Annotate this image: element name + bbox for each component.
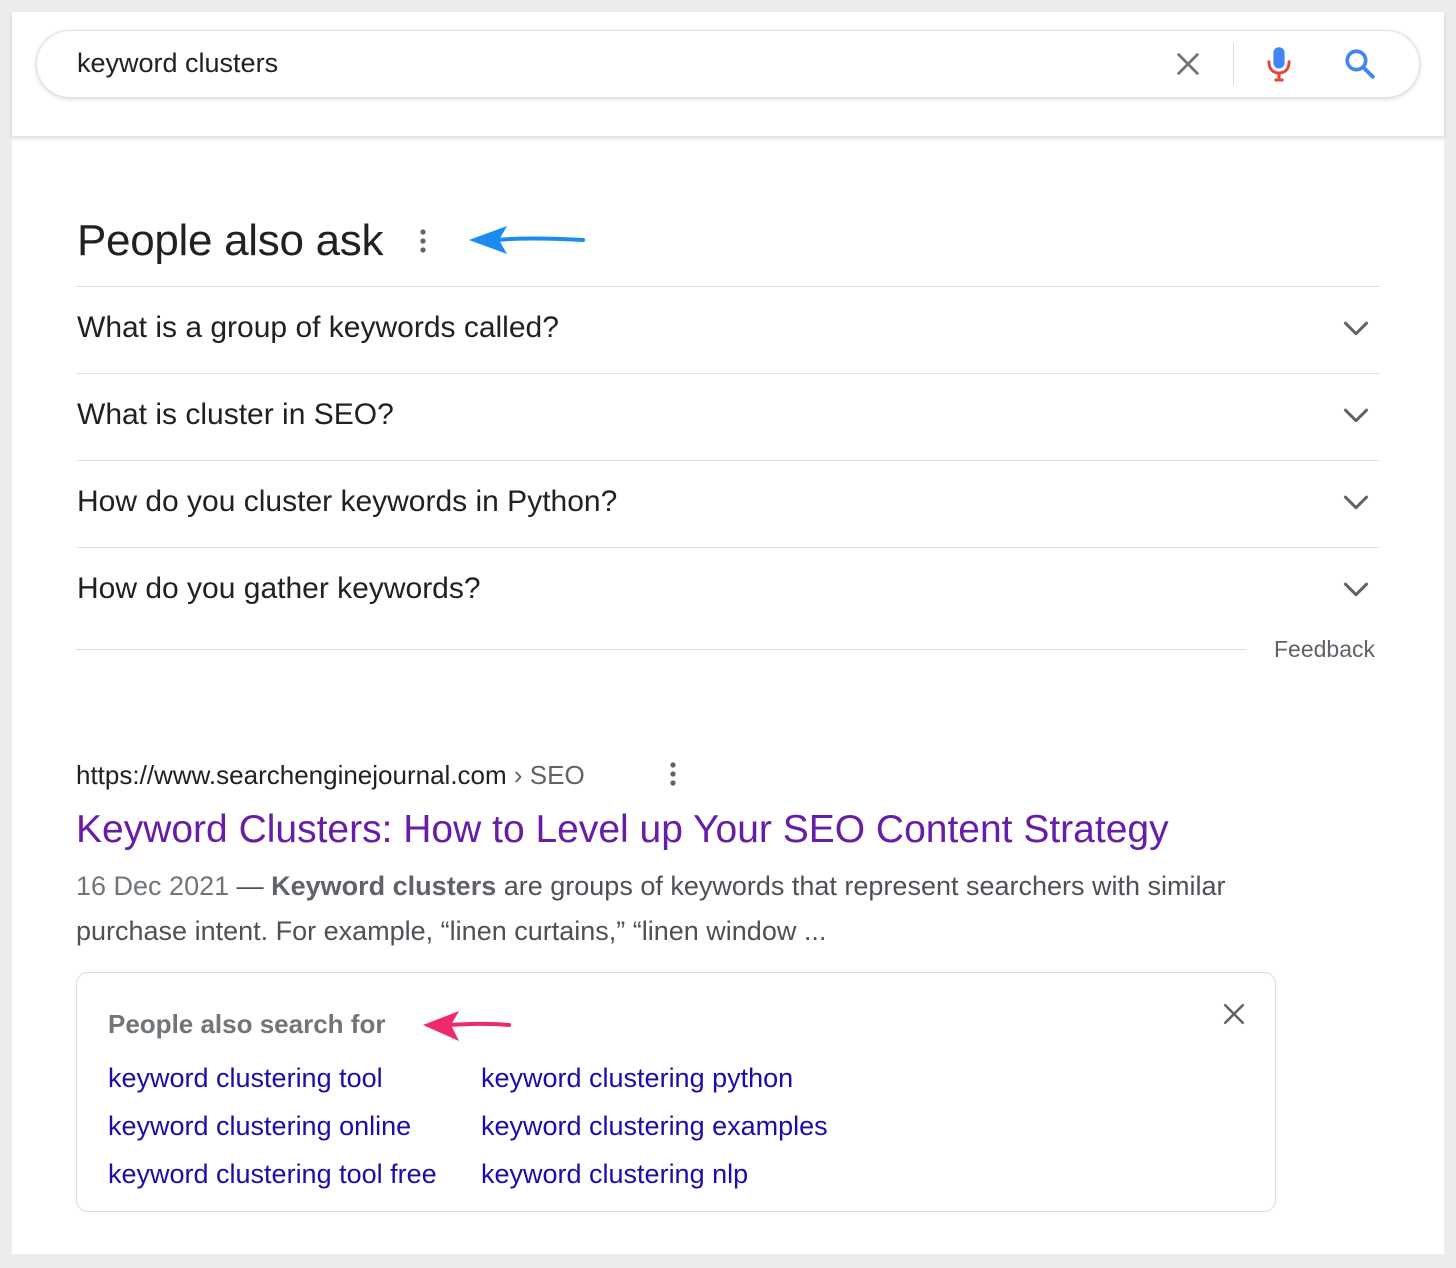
result-url-text: https://www.searchenginejournal.com	[76, 760, 507, 790]
paa-question[interactable]: How do you gather keywords?	[76, 547, 1380, 634]
paa-question-text: How do you gather keywords?	[77, 572, 481, 605]
related-search-link[interactable]: keyword clustering tool free	[108, 1159, 437, 1190]
feedback-link[interactable]: Feedback	[1274, 636, 1375, 663]
search-header	[12, 12, 1444, 137]
microphone-icon	[1267, 47, 1291, 82]
paa-question-text: What is a group of keywords called?	[77, 311, 559, 344]
result-url[interactable]: https://www.searchenginejournal.com › SE…	[76, 760, 585, 791]
search-bar	[36, 30, 1420, 98]
voice-search-button[interactable]	[1259, 41, 1299, 87]
related-search-link[interactable]: keyword clustering nlp	[481, 1159, 748, 1190]
paa-question[interactable]: What is a group of keywords called?	[76, 286, 1380, 373]
clear-search-button[interactable]	[1167, 43, 1209, 85]
search-icon	[1345, 49, 1375, 79]
more-vert-icon[interactable]	[662, 760, 684, 790]
paa-question-text: What is cluster in SEO?	[77, 398, 394, 431]
people-also-search-for-box: People also search for keyword clusterin…	[76, 972, 1276, 1212]
result-snippet: 16 Dec 2021 — Keyword clusters are group…	[76, 864, 1296, 954]
close-icon	[1177, 53, 1199, 75]
chevron-down-icon	[1343, 582, 1369, 597]
result-date: 16 Dec 2021	[76, 871, 230, 901]
chevron-down-icon	[1343, 495, 1369, 510]
close-icon[interactable]	[1219, 999, 1249, 1029]
result-title-link[interactable]: Keyword Clusters: How to Level up Your S…	[76, 808, 1169, 852]
people-also-ask-title: People also ask	[77, 216, 384, 265]
arrow-left-icon	[423, 1011, 511, 1041]
page-frame: People also ask What is a group of keywo…	[12, 12, 1444, 1254]
related-search-link[interactable]: keyword clustering tool	[108, 1063, 383, 1094]
chevron-down-icon	[1343, 321, 1369, 336]
result-date-separator: —	[229, 871, 272, 901]
related-search-link[interactable]: keyword clustering examples	[481, 1111, 828, 1142]
search-submit-button[interactable]	[1337, 41, 1383, 87]
related-search-link[interactable]: keyword clustering online	[108, 1111, 411, 1142]
search-input[interactable]	[77, 46, 1117, 80]
more-vert-icon[interactable]	[412, 222, 434, 260]
related-search-link[interactable]: keyword clustering python	[481, 1063, 793, 1094]
paa-question[interactable]: How do you cluster keywords in Python?	[76, 460, 1380, 547]
result-snippet-bold: Keyword clusters	[271, 871, 497, 901]
arrow-left-icon	[469, 226, 585, 254]
paa-question[interactable]: What is cluster in SEO?	[76, 373, 1380, 460]
paa-question-text: How do you cluster keywords in Python?	[77, 485, 618, 518]
people-also-ask-list: What is a group of keywords called? What…	[76, 286, 1380, 634]
search-divider	[1233, 43, 1234, 85]
chevron-down-icon	[1343, 408, 1369, 423]
feedback-divider	[76, 649, 1246, 650]
people-also-search-for-title: People also search for	[108, 1009, 386, 1039]
result-breadcrumb: › SEO	[513, 760, 585, 790]
